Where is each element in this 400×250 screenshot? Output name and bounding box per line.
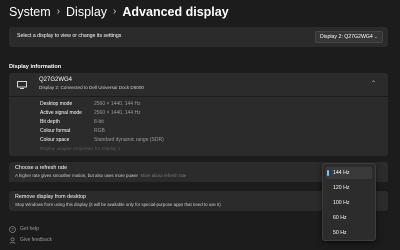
info-label: Bit depth — [40, 119, 60, 125]
monitor-icon — [17, 81, 27, 89]
monitor-connection: Display 2: Connected to Dell Universal D… — [39, 85, 144, 90]
breadcrumb-separator-icon: › — [56, 6, 61, 17]
info-label: Active signal mode — [40, 110, 82, 116]
info-value: 2560 × 1440, 144 Hz — [94, 110, 141, 116]
chevron-up-icon[interactable]: ⌃ — [371, 80, 376, 87]
refresh-rate-option-60[interactable]: 60 Hz — [326, 212, 372, 224]
refresh-rate-description-line: A higher rate gives smoother motion, but… — [15, 173, 186, 178]
help-icon: ? — [9, 225, 16, 233]
breadcrumb-system[interactable]: System — [9, 4, 51, 20]
display-selector-card: Select a display to view or change its s… — [9, 27, 388, 47]
remove-display-description: Stop Windows from using this display (it… — [15, 202, 221, 207]
more-about-refresh-rate-link[interactable]: More about refresh rate — [140, 173, 186, 178]
refresh-rate-option-50[interactable]: 50 Hz — [326, 227, 372, 239]
feedback-icon — [9, 237, 16, 244]
info-value: Standard dynamic range (SDR) — [94, 137, 164, 143]
display-adapter-properties-link[interactable]: Display adapter properties for Display 2 — [40, 146, 120, 151]
info-label: Colour format — [40, 128, 71, 134]
display-selector-prompt: Select a display to view or change its s… — [17, 33, 122, 39]
get-help-label: Get help — [20, 226, 39, 232]
monitor-name: Q27G2WG4 — [39, 77, 73, 83]
display-information-card: Q27G2WG4 Display 2: Connected to Dell Un… — [9, 73, 388, 156]
get-help-link[interactable]: ? Get help — [9, 225, 39, 233]
remove-display-title: Remove display from desktop — [15, 194, 87, 200]
info-value: 8-bit — [94, 119, 104, 125]
breadcrumb-separator-icon: › — [113, 6, 117, 17]
display-select-value: Display 2: Q27G2WG4 — [320, 34, 373, 40]
info-row-active-signal-mode: Active signal mode 2560 × 1440, 144 Hz — [40, 110, 141, 118]
refresh-rate-option-100[interactable]: 100 Hz — [326, 197, 372, 209]
refresh-rate-title: Choose a refresh rate — [15, 165, 68, 171]
svg-text:?: ? — [11, 227, 14, 232]
chevron-down-icon: ⌄ — [373, 34, 378, 40]
info-row-bit-depth: Bit depth 8-bit — [40, 119, 104, 127]
display-information-heading: Display information — [9, 64, 62, 70]
info-label: Desktop mode — [40, 101, 73, 107]
info-label: Colour space — [40, 137, 70, 143]
give-feedback-link[interactable]: Give feedback — [9, 236, 52, 244]
refresh-rate-description: A higher rate gives smoother motion, but… — [15, 173, 138, 178]
give-feedback-label: Give feedback — [20, 237, 52, 243]
page-title: Advanced display — [122, 5, 229, 19]
display-select-dropdown[interactable]: Display 2: Q27G2WG4 ⌄ — [315, 31, 383, 43]
refresh-rate-option-120[interactable]: 120 Hz — [326, 182, 372, 194]
breadcrumb: System › Display › Advanced display — [9, 4, 229, 20]
info-row-colour-space: Colour space Standard dynamic range (SDR… — [40, 137, 164, 145]
info-value: 2560 × 1440, 144 Hz — [94, 101, 141, 107]
divider — [9, 96, 388, 97]
refresh-rate-option-144[interactable]: 144 Hz — [326, 167, 372, 179]
refresh-rate-menu: 144 Hz 120 Hz 100 Hz 60 Hz 50 Hz — [322, 163, 376, 241]
breadcrumb-display[interactable]: Display — [66, 4, 107, 20]
info-row-desktop-mode: Desktop mode 2560 × 1440, 144 Hz — [40, 101, 141, 109]
info-value: RGB — [94, 128, 105, 134]
info-row-colour-format: Colour format RGB — [40, 128, 105, 136]
